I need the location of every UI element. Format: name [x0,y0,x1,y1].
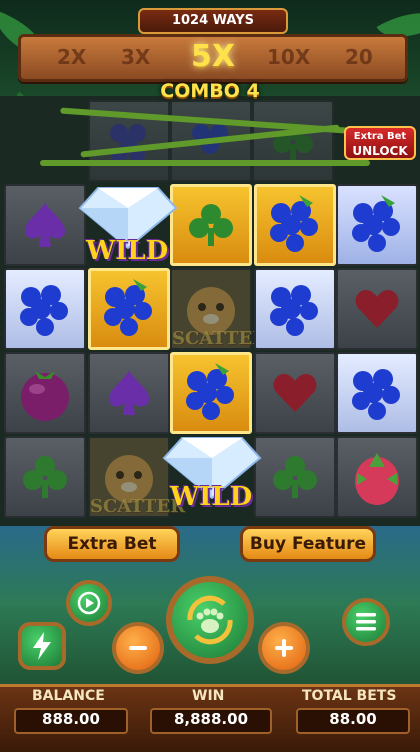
reel-cell [4,436,86,518]
spade-icon [6,186,84,264]
lightning-icon [33,632,51,660]
extra-bet-unlock-line1: Extra Bet [353,131,407,142]
wild-symbol: WILD [78,180,178,270]
club-icon [256,438,334,516]
win-label: WIN [192,688,225,704]
total-bets-value: 88.00 [296,708,410,734]
combo-label: COMBO 4 [160,80,260,102]
reel-cell [88,352,170,434]
extra-bet-button[interactable]: Extra Bet [44,526,180,562]
win-value: 8,888.00 [150,708,272,734]
spade-icon [90,354,168,432]
reel-cell: SCATTER [170,268,267,350]
reel-cell [88,268,170,350]
club-icon [6,438,84,516]
reel-cell [4,352,86,434]
buy-feature-button[interactable]: Buy Feature [240,526,376,562]
extra-bet-unlock-button[interactable]: Extra Bet UNLOCK [344,126,416,160]
multiplier-5x: 5X [191,39,236,74]
multiplier-3x: 3X [121,45,151,69]
grape-icon [6,270,84,348]
heart-icon [256,354,334,432]
grape-icon [256,270,334,348]
reel-cell-top-3 [252,100,334,182]
reel-cell [254,436,336,518]
grape-icon [91,271,167,347]
reel-cell [170,352,252,434]
extra-bet-unlock-line2: UNLOCK [352,144,408,158]
reel-cell [336,268,418,350]
reel-cell [336,352,418,434]
grape-icon [257,187,333,263]
vine-decoration [40,160,370,166]
autoplay-icon [77,591,101,615]
reel-cell [4,184,86,266]
club-icon [254,102,332,180]
balance-label: BALANCE [32,688,105,704]
reel-area: WILD SCATTER SCATTER WILD [0,96,420,526]
multiplier-bar: 2X 3X 5X 10X 20 [18,34,408,82]
multiplier-2x: 2X [57,45,87,69]
autoplay-button[interactable] [66,580,112,626]
mangosteen-icon [6,354,84,432]
scatter-label: SCATTER [172,328,268,349]
wild-label: WILD [170,482,253,512]
balance-value: 888.00 [14,708,128,734]
decrease-bet-button[interactable] [112,622,164,674]
menu-icon [356,613,376,631]
ways-banner: 1024 WAYS [138,8,288,34]
reel-cell [254,352,336,434]
increase-bet-button[interactable] [258,622,310,674]
paw-spin-icon [187,595,233,645]
multiplier-10x: 10X [267,45,311,69]
reel-cell [254,184,336,266]
plus-icon [275,639,293,657]
grape-icon [173,355,249,431]
grape-icon [338,186,416,264]
wild-label: WILD [86,236,169,266]
reel-cell [254,268,336,350]
dragonfruit-icon [338,438,416,516]
spin-button[interactable] [166,576,254,664]
reel-cell: SCATTER [88,436,185,518]
reel-cell [4,268,86,350]
menu-button[interactable] [342,598,390,646]
turbo-button[interactable] [18,622,66,670]
total-bets-label: TOTAL BETS [302,688,397,704]
reel-cell [336,436,418,518]
minus-icon [129,646,147,650]
heart-icon [338,270,416,348]
multiplier-20x: 20 [345,45,373,69]
reel-cell [336,184,418,266]
reel-cell [170,184,252,266]
grape-icon [338,354,416,432]
wild-symbol: WILD [162,430,262,520]
club-icon [173,187,249,263]
